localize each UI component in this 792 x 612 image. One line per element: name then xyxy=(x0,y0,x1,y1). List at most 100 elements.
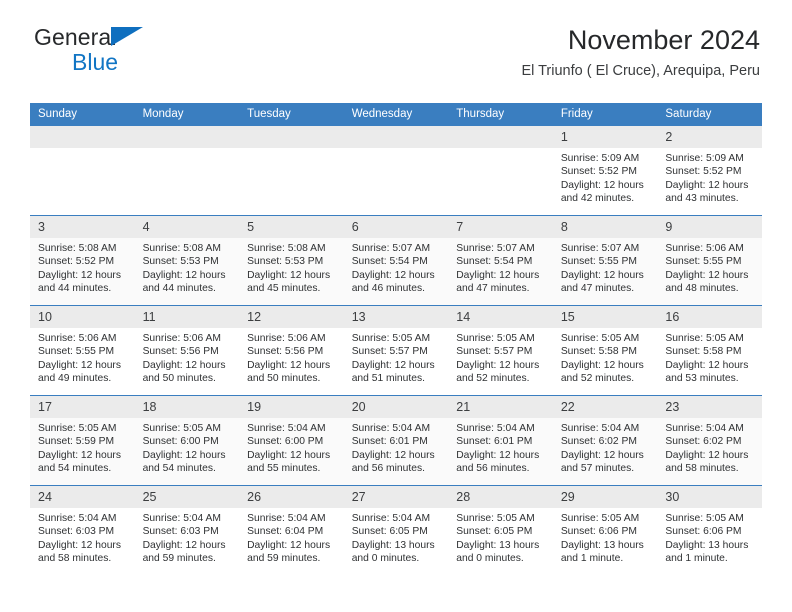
calendar-day-cell[interactable]: 9 Sunrise: 5:06 AM Sunset: 5:55 PM Daylight… xyxy=(657,215,762,306)
calendar-day-cell[interactable]: 12 Sunrise: 5:06 AM Sunset: 5:56 PM Dayligh… xyxy=(239,305,344,396)
calendar-day-cell[interactable]: 11 Sunrise: 5:06 AM Sunset: 5:56 PM Dayligh… xyxy=(134,305,240,396)
calendar-cell-empty xyxy=(134,125,240,216)
calendar-week-row: 3 Sunrise: 5:08 AM Sunset: 5:52 PM Daylight… xyxy=(30,215,762,306)
calendar-cell-empty xyxy=(448,125,553,216)
calendar-header-row: Sunday Monday Tuesday Wednesday Thursday Frid… xyxy=(30,103,762,126)
logo-text-blue: Blue xyxy=(72,49,119,75)
daylight-text-line2: and 47 minutes. xyxy=(560,283,635,295)
sunset-text: Sunset: 5:56 PM xyxy=(247,346,324,358)
calendar-day-cell[interactable]: 4 Sunrise: 5:08 AM Sunset: 5:53 PM Daylight… xyxy=(134,215,240,306)
sunset-text: Sunset: 6:02 PM xyxy=(560,436,637,448)
day-number: 11 xyxy=(134,306,240,328)
weekday-header-wednesday: Wednesday xyxy=(343,103,449,126)
day-details: Sunrise: 5:08 AM Sunset: 5:53 PM Daylight:… xyxy=(239,238,344,296)
logo-general-blue[interactable]: General Blue xyxy=(30,26,214,78)
calendar-day-cell[interactable]: 10 Sunrise: 5:06 AM Sunset: 5:55 PM Dayligh… xyxy=(30,305,135,396)
sunrise-text: Sunrise: 5:05 AM xyxy=(142,423,221,434)
daylight-text-line2: and 50 minutes. xyxy=(247,373,321,385)
weekday-header-thursday: Thursday xyxy=(448,103,553,126)
calendar-day-cell[interactable]: 23 Sunrise: 5:04 AM Sunset: 6:02 PM Dayligh… xyxy=(657,395,762,486)
sunrise-text: Sunrise: 5:04 AM xyxy=(38,513,117,524)
day-details: Sunrise: 5:05 AM Sunset: 5:57 PM Daylight:… xyxy=(448,328,553,386)
sunset-text: Sunset: 6:00 PM xyxy=(247,436,324,448)
daylight-text-line1: Daylight: 12 hours xyxy=(247,359,331,371)
calendar-day-cell[interactable]: 3 Sunrise: 5:08 AM Sunset: 5:52 PM Daylight… xyxy=(30,215,135,306)
day-number: 2 xyxy=(657,126,762,148)
sunrise-text: Sunrise: 5:04 AM xyxy=(351,513,431,524)
calendar-day-cell[interactable]: 16 Sunrise: 5:05 AM Sunset: 5:58 PM Dayligh… xyxy=(657,305,762,396)
day-details: Sunrise: 5:05 AM Sunset: 5:58 PM Daylight:… xyxy=(553,328,658,386)
calendar-day-cell[interactable]: 20 Sunrise: 5:04 AM Sunset: 6:01 PM Dayligh… xyxy=(343,395,449,486)
weekday-header-saturday: Saturday xyxy=(657,103,762,126)
daylight-text-line1: Daylight: 12 hours xyxy=(456,449,540,461)
page-subtitle: El Triunfo ( El Cruce), Arequipa, Peru xyxy=(521,63,760,80)
sunset-text: Sunset: 6:05 PM xyxy=(456,526,533,538)
calendar-day-cell[interactable]: 26 Sunrise: 5:04 AM Sunset: 6:04 PM Dayligh… xyxy=(239,485,344,575)
day-details: Sunrise: 5:05 AM Sunset: 6:06 PM Daylight:… xyxy=(657,508,762,566)
calendar-day-cell[interactable]: 19 Sunrise: 5:04 AM Sunset: 6:00 PM Dayligh… xyxy=(239,395,344,486)
day-number xyxy=(343,126,449,148)
day-details: Sunrise: 5:04 AM Sunset: 6:02 PM Daylight:… xyxy=(553,418,658,476)
daylight-text-line1: Daylight: 12 hours xyxy=(665,359,749,371)
sunrise-text: Sunrise: 5:05 AM xyxy=(665,333,744,344)
sunset-text: Sunset: 6:02 PM xyxy=(665,436,742,448)
daylight-text-line1: Daylight: 12 hours xyxy=(38,359,121,371)
sunrise-text: Sunrise: 5:04 AM xyxy=(560,423,640,434)
calendar-day-cell[interactable]: 5 Sunrise: 5:08 AM Sunset: 5:53 PM Daylight… xyxy=(239,215,344,306)
calendar-day-cell[interactable]: 6 Sunrise: 5:07 AM Sunset: 5:54 PM Daylight… xyxy=(343,215,449,306)
sunset-text: Sunset: 6:03 PM xyxy=(142,526,219,538)
title-block: November 2024 El Triunfo ( El Cruce), Ar… xyxy=(521,25,762,80)
day-number: 10 xyxy=(30,306,135,328)
day-number xyxy=(239,126,344,148)
daylight-text-line1: Daylight: 12 hours xyxy=(247,269,331,281)
calendar-day-cell[interactable]: 7 Sunrise: 5:07 AM Sunset: 5:54 PM Daylight… xyxy=(448,215,553,306)
calendar-day-cell[interactable]: 2 Sunrise: 5:09 AM Sunset: 5:52 PM Daylight… xyxy=(657,125,762,216)
calendar-day-cell[interactable]: 15 Sunrise: 5:05 AM Sunset: 5:58 PM Dayligh… xyxy=(552,305,658,396)
calendar-day-cell[interactable]: 18 Sunrise: 5:05 AM Sunset: 6:00 PM Dayligh… xyxy=(134,395,240,486)
sunset-text: Sunset: 6:04 PM xyxy=(247,526,324,538)
day-details: Sunrise: 5:06 AM Sunset: 5:55 PM Daylight:… xyxy=(657,238,762,296)
day-number xyxy=(30,126,135,148)
daylight-text-line2: and 48 minutes. xyxy=(665,283,739,295)
daylight-text-line2: and 52 minutes. xyxy=(456,373,530,385)
daylight-text-line1: Daylight: 12 hours xyxy=(38,449,121,461)
daylight-text-line1: Daylight: 13 hours xyxy=(351,539,435,551)
day-number: 22 xyxy=(552,396,658,418)
daylight-text-line1: Daylight: 12 hours xyxy=(560,269,644,281)
daylight-text-line2: and 42 minutes. xyxy=(560,193,635,205)
calendar-day-cell[interactable]: 30 Sunrise: 5:05 AM Sunset: 6:06 PM Dayligh… xyxy=(657,485,762,575)
calendar-day-cell[interactable]: 13 Sunrise: 5:05 AM Sunset: 5:57 PM Dayligh… xyxy=(343,305,449,396)
calendar-day-cell[interactable]: 14 Sunrise: 5:05 AM Sunset: 5:57 PM Dayligh… xyxy=(448,305,553,396)
day-details: Sunrise: 5:04 AM Sunset: 6:00 PM Daylight:… xyxy=(239,418,344,476)
daylight-text-line1: Daylight: 12 hours xyxy=(665,179,749,191)
calendar-page: General Blue November 2024 El Triunfo ( … xyxy=(0,0,792,612)
daylight-text-line1: Daylight: 13 hours xyxy=(456,539,540,551)
sunrise-text: Sunrise: 5:05 AM xyxy=(560,333,640,344)
calendar-day-cell[interactable]: 25 Sunrise: 5:04 AM Sunset: 6:03 PM Dayligh… xyxy=(134,485,240,575)
calendar-day-cell[interactable]: 8 Sunrise: 5:07 AM Sunset: 5:55 PM Daylight… xyxy=(552,215,658,306)
sunset-text: Sunset: 6:06 PM xyxy=(560,526,637,538)
calendar-day-cell[interactable]: 24 Sunrise: 5:04 AM Sunset: 6:03 PM Dayligh… xyxy=(30,485,135,575)
sunset-text: Sunset: 5:55 PM xyxy=(560,256,637,268)
day-number: 4 xyxy=(134,216,240,238)
day-details: Sunrise: 5:07 AM Sunset: 5:54 PM Daylight:… xyxy=(448,238,553,296)
sunrise-text: Sunrise: 5:06 AM xyxy=(665,243,744,254)
calendar-day-cell[interactable]: 21 Sunrise: 5:04 AM Sunset: 6:01 PM Dayligh… xyxy=(448,395,553,486)
calendar-day-cell[interactable]: 1 Sunrise: 5:09 AM Sunset: 5:52 PM Daylight… xyxy=(552,125,658,216)
calendar-day-cell[interactable]: 17 Sunrise: 5:05 AM Sunset: 5:59 PM Dayligh… xyxy=(30,395,135,486)
day-details: Sunrise: 5:05 AM Sunset: 6:05 PM Daylight:… xyxy=(448,508,553,566)
sunset-text: Sunset: 5:52 PM xyxy=(38,256,115,268)
day-number: 1 xyxy=(552,126,658,148)
daylight-text-line2: and 59 minutes. xyxy=(247,553,321,565)
daylight-text-line2: and 54 minutes. xyxy=(142,463,216,475)
logo-triangle-icon xyxy=(111,27,143,46)
daylight-text-line2: and 55 minutes. xyxy=(247,463,321,475)
calendar-day-cell[interactable]: 27 Sunrise: 5:04 AM Sunset: 6:05 PM Dayligh… xyxy=(343,485,449,575)
weekday-header-friday: Friday xyxy=(552,103,658,126)
daylight-text-line2: and 0 minutes. xyxy=(456,553,524,565)
day-number: 26 xyxy=(239,486,344,508)
calendar-day-cell[interactable]: 29 Sunrise: 5:05 AM Sunset: 6:06 PM Dayligh… xyxy=(552,485,658,575)
calendar-day-cell[interactable]: 28 Sunrise: 5:05 AM Sunset: 6:05 PM Dayligh… xyxy=(448,485,553,575)
calendar-day-cell[interactable]: 22 Sunrise: 5:04 AM Sunset: 6:02 PM Dayligh… xyxy=(552,395,658,486)
day-details: Sunrise: 5:05 AM Sunset: 6:00 PM Daylight:… xyxy=(135,418,240,476)
